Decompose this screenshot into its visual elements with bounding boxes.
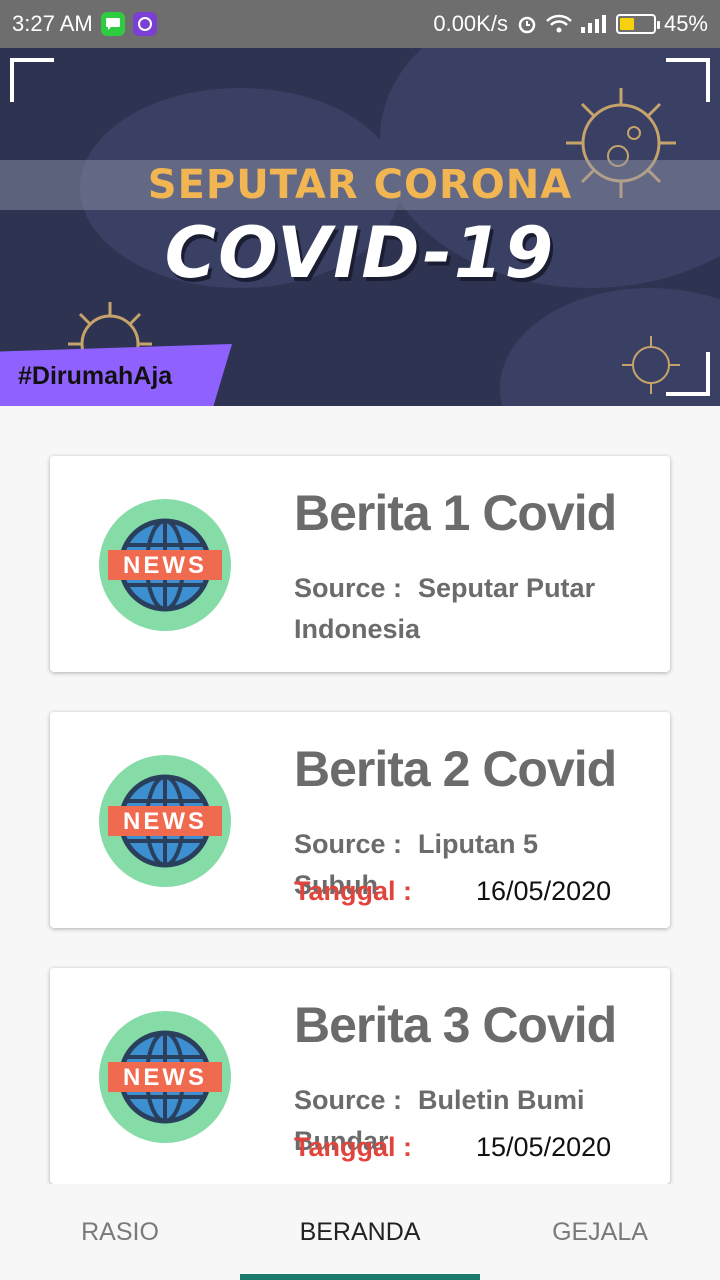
- news-icon-label: NEWS: [123, 1064, 207, 1091]
- card-source: Source : Seputar Putar Indonesia: [294, 568, 624, 650]
- frame-corner: [10, 58, 54, 102]
- card-title: Berita 1 Covid: [294, 485, 617, 541]
- covid-banner: SEPUTAR CORONA COVID-19 #DirumahAja: [0, 48, 720, 406]
- alarm-icon: [518, 16, 536, 34]
- active-tab-indicator: [240, 1274, 480, 1280]
- signal-icon: [580, 15, 606, 33]
- news-globe-icon: NEWS: [99, 1011, 231, 1143]
- net-speed: 0.00K/s: [433, 11, 508, 36]
- wifi-icon: [546, 14, 572, 33]
- banner-subtitle: SEPUTAR CORONA: [147, 162, 573, 208]
- date-label: Tanggal :: [294, 876, 412, 906]
- card-title: Berita 3 Covid: [294, 997, 617, 1053]
- news-card[interactable]: NEWS Berita 2 Covid Source : Liputan 5 Su…: [50, 712, 670, 928]
- battery-icon: [615, 14, 660, 34]
- tab-beranda[interactable]: BERANDA: [240, 1184, 480, 1280]
- source-label: Source :: [294, 1085, 403, 1115]
- date-label: Tanggal :: [294, 1132, 412, 1162]
- tab-gejala[interactable]: GEJALA: [480, 1184, 720, 1280]
- tab-rasio[interactable]: RASIO: [0, 1184, 240, 1280]
- hashtag-ribbon: #DirumahAja: [0, 344, 232, 406]
- news-icon-label: NEWS: [123, 552, 207, 579]
- news-icon-label: NEWS: [123, 808, 207, 835]
- hashtag-label: #DirumahAja: [18, 362, 173, 390]
- card-title: Berita 2 Covid: [294, 741, 617, 797]
- news-globe-icon: NEWS: [99, 755, 231, 887]
- bottom-navigation: RASIO BERANDA GEJALA: [0, 1184, 720, 1280]
- date-value: 16/05/2020: [476, 876, 612, 906]
- source-label: Source :: [294, 573, 403, 603]
- battery-percent: 45%: [663, 11, 708, 36]
- news-card[interactable]: NEWS Berita 1 Covid Source : Seputar Puta…: [50, 456, 670, 672]
- date-value: 15/05/2020: [476, 1132, 612, 1162]
- chat-app-icon: [100, 12, 125, 36]
- banner-title: COVID-19: [164, 212, 556, 294]
- news-card[interactable]: NEWS Berita 3 Covid Source : Buletin Bumi…: [50, 968, 670, 1184]
- browser-app-icon: [132, 12, 157, 36]
- status-bar: 3:27 AM 0.00K/s 45%: [0, 0, 720, 48]
- status-time: 3:27 AM: [12, 11, 93, 36]
- virus-icon: [622, 336, 680, 394]
- source-label: Source :: [294, 829, 403, 859]
- news-globe-icon: NEWS: [99, 499, 231, 631]
